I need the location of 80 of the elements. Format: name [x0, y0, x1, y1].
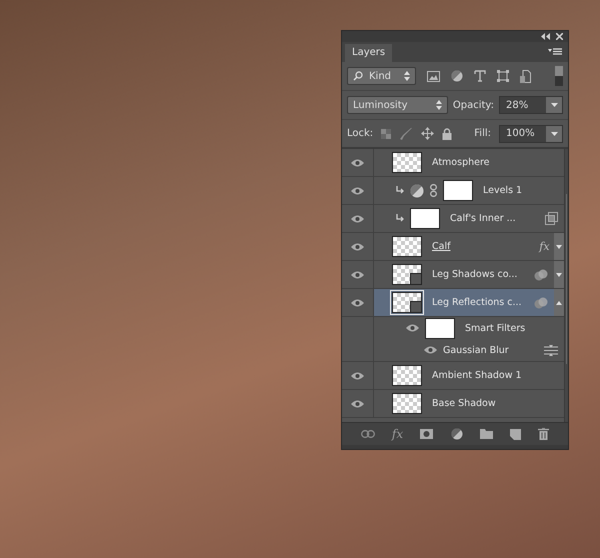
- opacity-label: Opacity:: [452, 100, 494, 110]
- sliders-icon[interactable]: [544, 344, 558, 356]
- effects-mark[interactable]: fx: [539, 240, 550, 253]
- eye-icon[interactable]: [351, 270, 364, 278]
- smart-object-thumbnail[interactable]: [392, 264, 422, 285]
- half-circle-icon[interactable]: [451, 70, 463, 82]
- eye-icon[interactable]: [351, 372, 364, 380]
- layer-name[interactable]: Calf's Inner ...: [450, 213, 516, 224]
- search-icon: [353, 71, 363, 81]
- eye-icon[interactable]: [351, 298, 364, 306]
- layer-name[interactable]: Leg Shadows co...: [432, 269, 518, 280]
- mask-thumbnail[interactable]: [410, 208, 440, 229]
- eye-icon[interactable]: [351, 214, 364, 222]
- layer-row[interactable]: Levels 1: [342, 177, 564, 205]
- caret-icon[interactable]: [550, 132, 558, 136]
- eye-icon[interactable]: [406, 324, 419, 332]
- close-icon[interactable]: [556, 33, 563, 40]
- scrollbar[interactable]: [564, 149, 568, 422]
- layer-row[interactable]: Base Shadow: [342, 390, 564, 418]
- layer-name[interactable]: Atmosphere: [432, 157, 490, 168]
- layer-row[interactable]: Smart Filters: [342, 317, 564, 339]
- filter-dropdown[interactable]: Kind: [347, 67, 416, 85]
- eye-icon[interactable]: [424, 346, 437, 354]
- eye-icon[interactable]: [351, 186, 364, 194]
- padlock-icon[interactable]: [442, 128, 452, 140]
- layer-name[interactable]: Gaussian Blur: [443, 344, 509, 356]
- image-icon[interactable]: [427, 70, 440, 82]
- layer-row[interactable]: Atmosphere: [342, 149, 564, 177]
- layer-row[interactable]: Ambient Shadow 1: [342, 362, 564, 390]
- layers-tab[interactable]: Layers: [345, 44, 392, 62]
- eye-icon[interactable]: [351, 400, 364, 408]
- layer-thumbnail[interactable]: [392, 393, 422, 414]
- link-icon[interactable]: [360, 430, 375, 438]
- expand-toggle[interactable]: [554, 261, 564, 288]
- add-style-button[interactable]: fx: [392, 427, 404, 441]
- layer-name[interactable]: Ambient Shadow 1: [432, 370, 522, 381]
- document-icon[interactable]: [520, 70, 531, 82]
- move-icon[interactable]: [421, 127, 434, 140]
- expand-toggle[interactable]: [554, 233, 564, 260]
- updown-arrows-icon: [404, 71, 410, 81]
- layer-thumbnail[interactable]: [392, 152, 422, 173]
- layer-name[interactable]: Levels 1: [483, 185, 522, 196]
- layer-row[interactable]: Calf fx: [342, 233, 564, 261]
- layer-thumbnail[interactable]: [392, 236, 422, 257]
- opacity-field[interactable]: 28%: [499, 96, 563, 114]
- expand-toggle[interactable]: [554, 289, 564, 316]
- blend-mode-dropdown[interactable]: Luminosity: [347, 96, 448, 114]
- caret-icon[interactable]: [556, 244, 562, 248]
- layer-row[interactable]: Gaussian Blur: [342, 339, 564, 362]
- layer-thumbnail[interactable]: [392, 365, 422, 386]
- fill-label: Fill:: [474, 128, 491, 139]
- caret-icon[interactable]: [556, 272, 562, 276]
- trash-icon[interactable]: [538, 428, 550, 440]
- filter-toggle[interactable]: [555, 66, 563, 86]
- mask-thumbnail[interactable]: [443, 180, 473, 201]
- folder-icon[interactable]: [480, 429, 493, 439]
- updown-arrows-icon: [436, 100, 442, 110]
- eye-icon[interactable]: [351, 158, 364, 166]
- caret-icon[interactable]: [550, 103, 558, 107]
- lock-label: Lock:: [347, 128, 374, 139]
- menu-icon[interactable]: [548, 48, 562, 56]
- caret-icon[interactable]: [556, 300, 562, 304]
- mask-icon[interactable]: [420, 429, 434, 439]
- transform-icon[interactable]: [497, 70, 509, 82]
- fill-field[interactable]: 100%: [499, 124, 563, 142]
- eye-icon[interactable]: [351, 242, 364, 250]
- half-circle-icon[interactable]: [450, 428, 463, 440]
- type-icon[interactable]: [474, 70, 486, 82]
- mask-thumbnail[interactable]: [425, 318, 455, 338]
- layer-name[interactable]: Calf: [432, 241, 450, 252]
- checker-icon[interactable]: [381, 128, 392, 138]
- layer-name[interactable]: Smart Filters: [465, 322, 526, 334]
- brush-icon[interactable]: [399, 128, 414, 140]
- layer-name[interactable]: Base Shadow: [432, 398, 496, 409]
- collapse-icon[interactable]: [541, 33, 550, 40]
- smart-object-thumbnail[interactable]: [392, 292, 422, 313]
- layer-row[interactable]: Calf's Inner ...: [342, 205, 564, 233]
- half-circle-icon: [410, 184, 424, 198]
- chain-icon: [430, 184, 437, 197]
- new-layer-icon[interactable]: [510, 428, 522, 440]
